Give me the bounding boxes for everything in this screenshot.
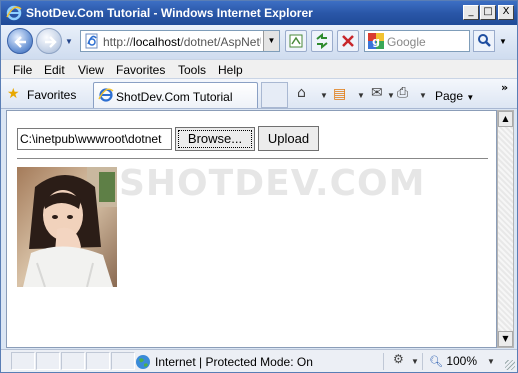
zoom-dropdown-icon[interactable]: ▼	[487, 357, 495, 366]
stop-button[interactable]	[337, 30, 359, 52]
print-icon[interactable]: ⎙	[397, 85, 408, 101]
watermark-text: SHOTDEV.COM	[119, 163, 426, 204]
address-dropdown-button[interactable]: ▼	[263, 31, 279, 51]
file-path-input[interactable]: C:\inetpub\wwwroot\dotnet	[17, 128, 172, 150]
minimize-button[interactable]: _	[463, 5, 479, 20]
status-segment	[11, 352, 35, 370]
upload-button[interactable]: Upload	[258, 126, 319, 151]
mail-dropdown-icon[interactable]: ▼	[387, 91, 395, 100]
address-field[interactable]: http://localhost/dotnet/AspNetU ▼	[80, 30, 280, 52]
favorites-star-icon: ★	[7, 86, 20, 102]
ie-logo-icon	[6, 5, 22, 21]
google-icon: g	[368, 33, 384, 49]
menu-tools[interactable]: Tools	[178, 63, 206, 77]
tab-shotdev[interactable]: ShotDev.Com Tutorial	[93, 82, 258, 108]
home-dropdown-icon[interactable]: ▼	[320, 91, 328, 100]
page-icon	[85, 33, 98, 49]
url-text[interactable]: http://localhost/dotnet/AspNetU	[103, 35, 261, 49]
favorites-label: Favorites	[27, 88, 77, 102]
close-button[interactable]: X	[498, 5, 514, 20]
maximize-button[interactable]: □	[480, 5, 496, 20]
search-button[interactable]	[473, 30, 495, 52]
globe-icon	[136, 355, 150, 369]
search-options-icon[interactable]: ▼	[499, 37, 507, 46]
title-bar: ShotDev.Com Tutorial - Windows Internet …	[1, 1, 517, 25]
refresh-button[interactable]	[311, 30, 333, 52]
horizontal-rule	[17, 158, 488, 159]
forward-button[interactable]	[36, 28, 62, 54]
protected-mode-icon[interactable]: ⚙	[393, 352, 404, 366]
refresh-icon	[316, 32, 328, 50]
scroll-down-icon[interactable]: ▼	[498, 331, 513, 347]
window-title: ShotDev.Com Tutorial - Windows Internet …	[26, 6, 313, 20]
menu-view[interactable]: View	[78, 63, 104, 77]
menu-help[interactable]: Help	[218, 63, 243, 77]
scroll-up-icon[interactable]: ▲	[498, 111, 513, 127]
forward-arrow-icon	[45, 36, 57, 48]
new-tab-button[interactable]	[261, 82, 288, 108]
status-segment	[61, 352, 85, 370]
svg-text:g: g	[372, 35, 380, 48]
vertical-scrollbar[interactable]: ▲ ▼	[497, 110, 514, 348]
status-segment	[111, 352, 135, 370]
address-row: ▼ http://localhost/dotnet/AspNetU ▼ g Go…	[1, 25, 517, 59]
uploaded-photo	[17, 167, 117, 287]
back-button[interactable]	[7, 28, 33, 54]
menu-edit[interactable]: Edit	[44, 63, 65, 77]
toolbar-overflow-icon[interactable]: »	[501, 81, 508, 94]
favorites-tab-bar: ★ Favorites ShotDev.Com Tutorial ⌂ ▼ ▤ ▼…	[1, 79, 517, 109]
status-bar: Internet | Protected Mode: On ⚙ ▼ 🔍︎ 100…	[1, 349, 517, 372]
search-icon	[478, 34, 491, 47]
compatibility-view-icon	[289, 34, 303, 48]
feeds-dropdown-icon[interactable]: ▼	[357, 91, 365, 100]
zone-label: Internet | Protected Mode: On	[155, 355, 313, 369]
home-icon[interactable]: ⌂	[297, 85, 306, 101]
feeds-icon[interactable]: ▤	[333, 86, 346, 102]
status-divider	[422, 353, 423, 370]
status-divider	[383, 353, 384, 370]
print-dropdown-icon[interactable]: ▼	[419, 91, 427, 100]
protected-mode-dropdown-icon[interactable]: ▼	[411, 357, 419, 366]
browse-button[interactable]: Browse...	[175, 127, 255, 151]
stop-icon	[342, 35, 354, 47]
history-dropdown-icon[interactable]: ▼	[65, 37, 73, 46]
menu-file[interactable]: File	[13, 63, 32, 77]
tab-label: ShotDev.Com Tutorial	[116, 90, 233, 104]
mail-icon[interactable]: ✉	[371, 85, 383, 101]
zoom-icon: 🔍︎	[429, 355, 443, 368]
zoom-control[interactable]: 🔍︎ 100%	[429, 354, 477, 368]
tab-ie-icon	[98, 88, 114, 102]
compatibility-view-button[interactable]	[285, 30, 307, 52]
browser-window: ShotDev.Com Tutorial - Windows Internet …	[0, 0, 518, 373]
menu-favorites[interactable]: Favorites	[116, 63, 165, 77]
search-placeholder: Google	[387, 35, 426, 49]
resize-grip[interactable]	[505, 360, 515, 370]
search-field[interactable]: g Google	[364, 30, 470, 52]
status-segment	[86, 352, 110, 370]
menu-bar: File Edit View Favorites Tools Help	[1, 59, 517, 79]
page-content: SHOTDEV.COM C:\inetpub\wwwroot\dotnet Br…	[6, 110, 497, 348]
page-menu-button[interactable]: Page ▼	[435, 89, 474, 103]
status-segment	[36, 352, 60, 370]
back-arrow-icon	[14, 36, 26, 48]
